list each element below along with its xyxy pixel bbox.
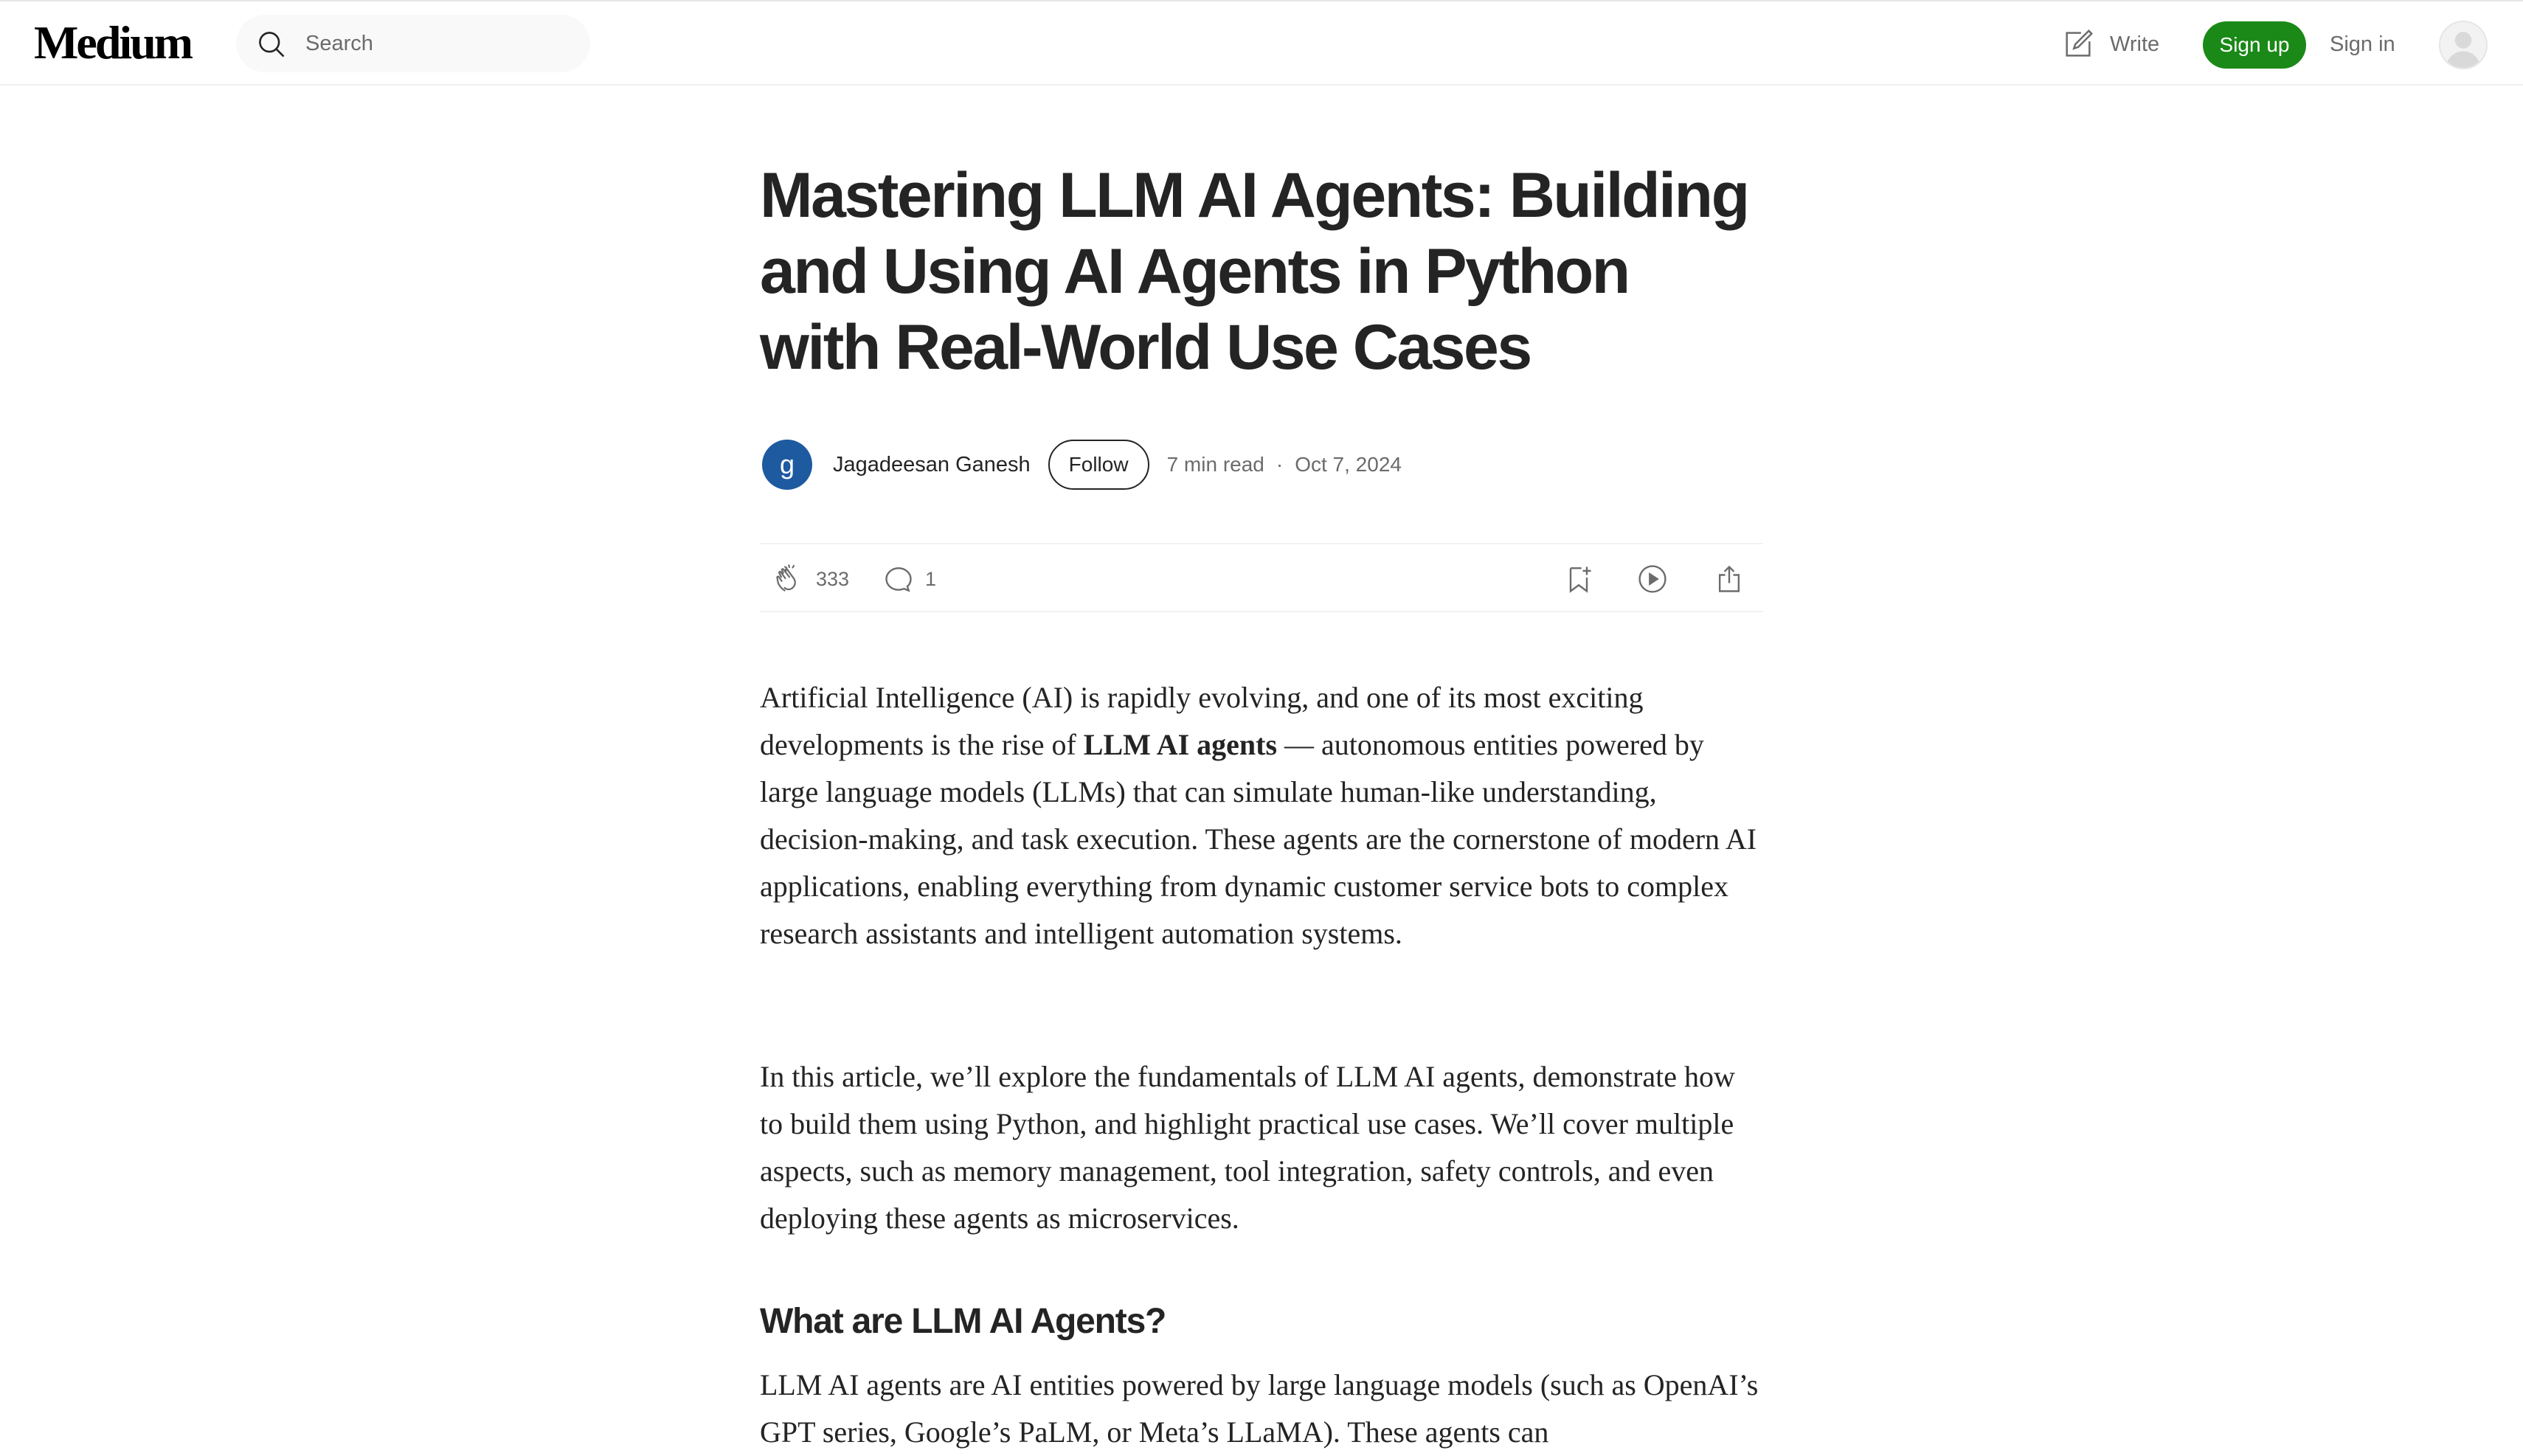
article-paragraph: Artificial Intelligence (AI) is rapidly …	[760, 674, 1763, 957]
write-label: Write	[2110, 32, 2160, 56]
medium-logo[interactable]: Medium	[34, 15, 193, 71]
top-navigation-bar: Medium Write Sign up Sign in	[0, 0, 2523, 86]
bookmark-icon	[1569, 566, 1591, 593]
article-paragraph: In this article, we’ll explore the funda…	[760, 1060, 1735, 1235]
comment-button[interactable]: 1	[882, 562, 936, 596]
search-input[interactable]	[305, 15, 571, 72]
user-avatar-button[interactable]	[2439, 21, 2488, 69]
publish-date: Oct 7, 2024	[1295, 453, 1402, 476]
bold-term: LLM AI agents	[1083, 728, 1278, 761]
follow-button[interactable]: Follow	[1048, 440, 1149, 490]
read-time: 7 min read	[1166, 453, 1264, 476]
search-icon	[259, 32, 285, 58]
share-button[interactable]	[1713, 562, 1745, 596]
write-icon	[2066, 30, 2093, 57]
author-name[interactable]: Jagadeesan Ganesh	[833, 453, 1031, 477]
play-icon	[1638, 565, 1667, 593]
user-avatar-icon	[2440, 22, 2486, 68]
meta-separator: ·	[1276, 453, 1284, 476]
author-avatar[interactable]: g	[762, 440, 812, 490]
save-button[interactable]	[1562, 562, 1595, 596]
sign-up-button[interactable]: Sign up	[2203, 21, 2306, 69]
article-meta: 7 min read · Oct 7, 2024	[1167, 453, 1402, 476]
comment-icon	[885, 567, 912, 592]
article-title: Mastering LLM AI Agents: Building and Us…	[760, 160, 1750, 383]
comment-count: 1	[925, 567, 937, 590]
search-box[interactable]	[236, 15, 590, 72]
article-paragraph: LLM AI agents are AI entities powered by…	[760, 1368, 1759, 1449]
clap-button[interactable]: 333	[773, 562, 849, 596]
byline: g Jagadeesan Ganesh Follow 7 min read · Oc…	[760, 437, 1763, 493]
listen-button[interactable]	[1636, 562, 1669, 596]
article-action-bar: 333 1	[760, 543, 1763, 612]
sign-in-link[interactable]: Sign in	[2330, 30, 2395, 59]
share-icon	[1718, 565, 1740, 592]
clap-count: 333	[816, 567, 850, 590]
clap-icon	[776, 564, 796, 592]
section-heading: What are LLM AI Agents?	[760, 1302, 1166, 1341]
write-button[interactable]: Write	[2061, 24, 2159, 65]
paragraph-text: — autonomous entities powered by large l…	[760, 728, 1757, 950]
